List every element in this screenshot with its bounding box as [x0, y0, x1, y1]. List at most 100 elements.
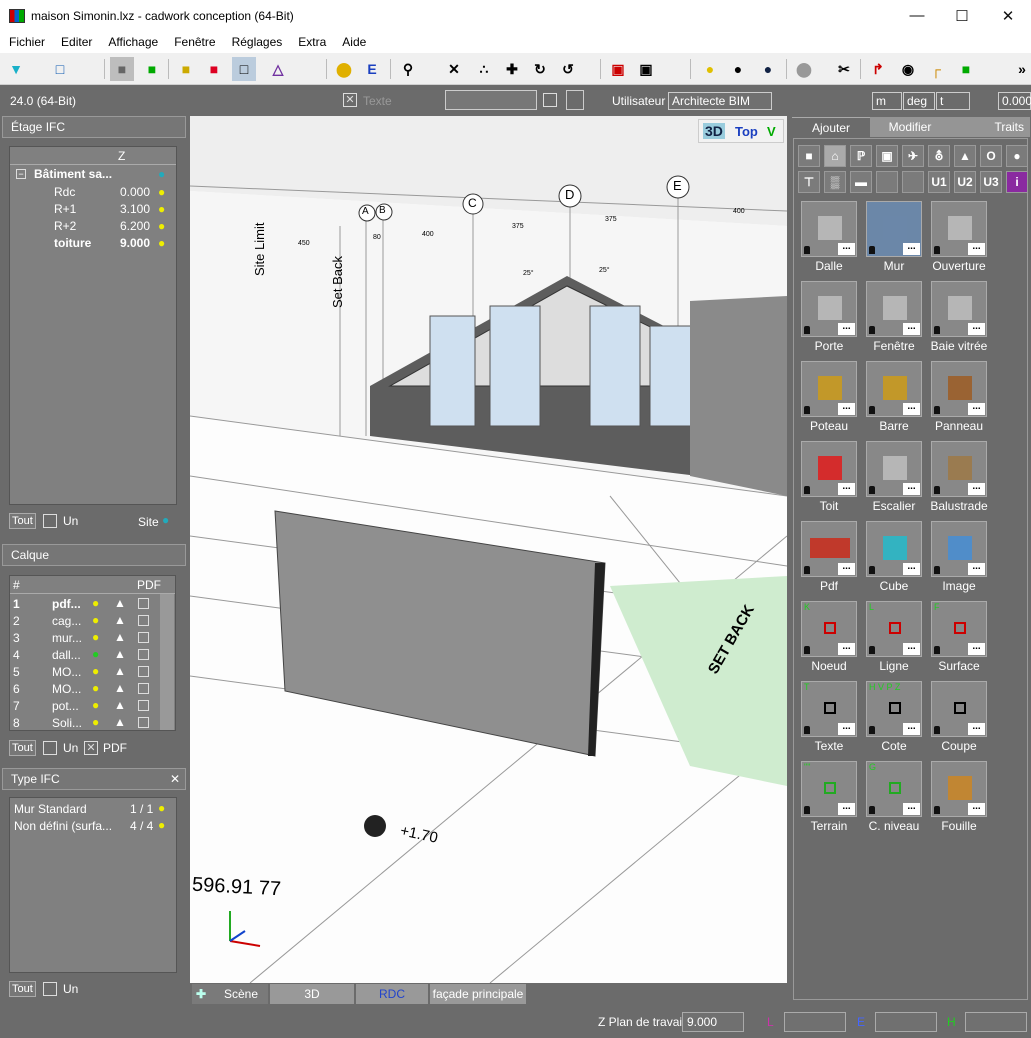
layer-row[interactable]: 2 cag... ● ▲ [10, 613, 160, 630]
bulb-icon[interactable]: ● [158, 202, 165, 216]
shade-icon[interactable]: ■ [174, 57, 198, 81]
tab-traits[interactable]: Traits [950, 117, 1030, 137]
green-block-icon[interactable]: ■ [954, 57, 978, 81]
layer-row[interactable]: 6 MO... ● ▲ [10, 681, 160, 698]
tool-terrain[interactable]: ""... [801, 761, 857, 817]
utilisateur-select[interactable]: Architecte BIM [668, 92, 772, 110]
lock-icon[interactable]: ▲ [114, 596, 126, 610]
l-field[interactable] [784, 1012, 846, 1032]
unit-deg-field[interactable]: deg [903, 92, 935, 110]
ifc-type-row[interactable]: Non défini (surfa... [14, 819, 112, 833]
h-field[interactable] [965, 1012, 1027, 1032]
menu-editer[interactable]: Editer [53, 35, 100, 49]
ifc-type-row[interactable]: Mur Standard [14, 802, 87, 816]
more-button[interactable]: ... [903, 402, 920, 415]
view-v-button[interactable]: V [767, 124, 776, 139]
toggle-icon[interactable]: ⬤ [792, 57, 816, 81]
more-button[interactable]: ... [838, 722, 855, 735]
more-button[interactable]: ... [903, 242, 920, 255]
layer-row[interactable]: 7 pot... ● ▲ [10, 698, 160, 715]
filter-user-2[interactable]: U2 [954, 171, 976, 193]
storey-row[interactable]: R+2 [54, 219, 76, 233]
color-view-icon[interactable]: ■ [202, 57, 226, 81]
cube-outline-icon[interactable]: □ [48, 57, 72, 81]
layer-row[interactable]: 8 Soli... ● ▲ [10, 715, 160, 732]
line-width-selector[interactable] [445, 90, 537, 110]
more-button[interactable]: ... [903, 482, 920, 495]
filter-icon-8[interactable]: ● [1006, 145, 1028, 167]
bulb-icon[interactable]: ● [92, 664, 99, 678]
ellipse-icon[interactable]: ⬤ [332, 57, 356, 81]
bulb-icon[interactable]: ● [158, 219, 165, 233]
lock-icon[interactable]: ▲ [114, 630, 126, 644]
texte-checkbox[interactable]: ✕ [343, 93, 357, 107]
tool-baie-vitr-e[interactable]: ... [931, 281, 987, 337]
bulb-icon[interactable]: ● [158, 818, 165, 832]
tool-image[interactable]: ... [931, 521, 987, 577]
filter-icon-2[interactable]: ℙ [850, 145, 872, 167]
layer-pdf-checkbox[interactable] [138, 649, 149, 660]
lock-icon[interactable]: ▲ [114, 647, 126, 661]
pdf-checkbox[interactable]: ✕ [84, 741, 98, 755]
menu-extra[interactable]: Extra [290, 35, 334, 49]
more-button[interactable]: ... [838, 322, 855, 335]
view-top-button[interactable]: Top [735, 124, 758, 139]
filter-icon-row2-1[interactable]: ▒ [824, 171, 846, 193]
tool-surface[interactable]: F... [931, 601, 987, 657]
filter-icon-row2-0[interactable]: ⊤ [798, 171, 820, 193]
bulb-info-icon[interactable]: ● [756, 57, 780, 81]
select-frame-icon[interactable]: ▣ [634, 57, 658, 81]
more-button[interactable]: ... [968, 802, 985, 815]
tool-fouille[interactable]: ... [931, 761, 987, 817]
tool-barre[interactable]: ... [866, 361, 922, 417]
bulb-icon[interactable]: ● [92, 647, 99, 661]
tool-cube[interactable]: ... [866, 521, 922, 577]
column-z[interactable]: Z [118, 149, 125, 163]
collapse-toggle[interactable]: − [16, 169, 26, 179]
column-num[interactable]: # [13, 578, 20, 592]
lock-icon[interactable]: ▲ [114, 613, 126, 627]
filter-icon-6[interactable]: ▲ [954, 145, 976, 167]
filter-icon-1[interactable]: ⌂ [824, 145, 846, 167]
close-button[interactable]: ✕ [985, 0, 1031, 31]
filter-user-3[interactable]: U3 [980, 171, 1002, 193]
typeifc-tout-button[interactable]: Tout [9, 981, 36, 997]
menu-fenetre[interactable]: Fenêtre [166, 35, 223, 49]
more-button[interactable]: ... [838, 642, 855, 655]
axis-icon[interactable]: ↱ [866, 57, 890, 81]
toolbar-overflow-icon[interactable]: » [1010, 57, 1031, 81]
move-icon[interactable]: ✚ [500, 57, 524, 81]
bulb-icon[interactable]: ● [698, 57, 722, 81]
more-button[interactable]: ... [968, 402, 985, 415]
more-button[interactable]: ... [838, 242, 855, 255]
profile-icon[interactable]: ┌ [924, 57, 948, 81]
layer-pdf-checkbox[interactable] [138, 717, 149, 728]
more-button[interactable]: ... [968, 642, 985, 655]
layer-pdf-checkbox[interactable] [138, 700, 149, 711]
more-button[interactable]: ... [968, 722, 985, 735]
tool-balustrade[interactable]: ... [931, 441, 987, 497]
bulb-icon[interactable]: ● [158, 236, 165, 250]
tool-c-niveau[interactable]: G... [866, 761, 922, 817]
tool-ligne[interactable]: L... [866, 601, 922, 657]
scissors-icon[interactable]: ✂ [832, 57, 856, 81]
bulb-icon[interactable]: ● [158, 167, 165, 181]
un-checkbox[interactable] [43, 514, 57, 528]
menu-fichier[interactable]: Fichier [1, 35, 53, 49]
tab-3d[interactable]: 3D [270, 984, 354, 1004]
more-button[interactable]: ... [903, 642, 920, 655]
more-button[interactable]: ... [838, 402, 855, 415]
tool-porte[interactable]: ... [801, 281, 857, 337]
wire-view-icon[interactable]: □ [232, 57, 256, 81]
bulb-icon[interactable]: ● [92, 613, 99, 627]
zplan-field[interactable]: 9.000 [682, 1012, 744, 1032]
filter-icon-0[interactable]: ■ [798, 145, 820, 167]
menu-affichage[interactable]: Affichage [100, 35, 166, 49]
tab-modifier[interactable]: Modifier [870, 117, 950, 137]
bulb-icon[interactable]: ● [158, 801, 165, 815]
bulb-icon[interactable]: ● [92, 698, 99, 712]
tool-escalier[interactable]: ... [866, 441, 922, 497]
points-icon[interactable]: ∴ [472, 57, 496, 81]
building-node[interactable]: Bâtiment sa... [34, 167, 112, 181]
more-button[interactable]: ... [968, 322, 985, 335]
